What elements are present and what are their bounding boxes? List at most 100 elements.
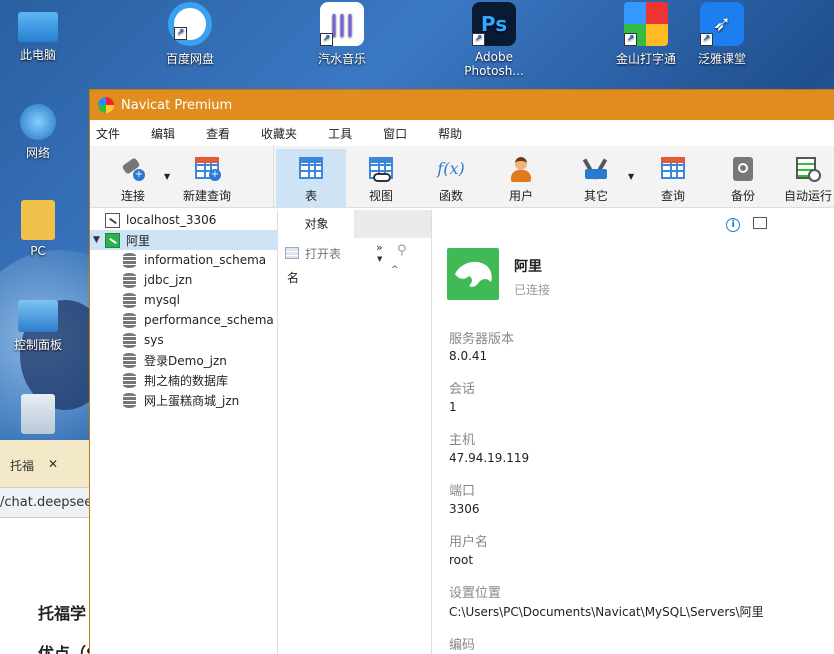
expand-toolbar-icon[interactable]: » (376, 241, 383, 254)
window-title: Navicat Premium (121, 97, 233, 113)
field-value-settings-location: C:\Users\PC\Documents\Navicat\MySQL\Serv… (449, 605, 764, 619)
column-name-header: 名 (287, 271, 300, 285)
connection-name: localhost_3306 (126, 213, 217, 227)
main-toolbar: + 连接 ▼ + 新建查询 表 视图 f(x) 函数 用户 其它 ▼ 查询 备份… (90, 146, 834, 208)
field-value-host: 47.94.19.119 (449, 451, 530, 465)
connection-info-pane: i 阿里 已连接 服务器版本 8.0.41 会话 1 主机 47.94.19.1… (433, 210, 834, 654)
mysql-dolphin-icon (447, 248, 499, 300)
open-table-button[interactable]: 打开表 (285, 245, 341, 262)
chevron-down-icon[interactable]: ▼ (93, 235, 105, 245)
function-label: 函数 (438, 189, 463, 203)
tree-database[interactable]: mysql (90, 290, 278, 310)
desktop-icon-this-pc[interactable]: 此电脑 (0, 6, 76, 63)
desktop-icon-recycle-bin[interactable] (0, 394, 76, 438)
fanya-logo-icon: ➶ ↗ (700, 2, 744, 46)
desktop-icon-label: 网络 (25, 146, 50, 160)
tree-connection-ali[interactable]: ▼ 阿里 (90, 230, 278, 250)
new-query-button[interactable]: + 新建查询 (174, 149, 240, 207)
desktop-icon-label: 此电脑 (19, 48, 56, 62)
background-browser-url[interactable]: /chat.deepseek (0, 488, 92, 518)
automation-icon (794, 155, 822, 183)
open-table-label: 打开表 (305, 246, 342, 261)
connect-dropdown-icon[interactable]: ▼ (164, 172, 170, 181)
navicat-window: Navicat Premium 文件 编辑 查看 收藏夹 工具 窗口 帮助 + … (89, 89, 834, 654)
database-name: jdbc_jzn (144, 273, 193, 287)
query-icon (659, 155, 687, 183)
tools-icon (582, 155, 610, 183)
field-label-server-version: 服务器版本 (449, 332, 515, 347)
connect-label: 连接 (120, 189, 145, 203)
ddl-icon[interactable] (753, 217, 767, 229)
pinwheel-icon: ↗ (624, 2, 668, 46)
automation-label: 自动运行 (783, 189, 832, 203)
database-name: 登录Demo_jzn (144, 353, 227, 368)
recycle-bin-icon (21, 394, 55, 434)
view-button[interactable]: 视图 (346, 149, 416, 207)
sort-up-icon[interactable]: ^ (391, 260, 399, 280)
desktop-icon-photoshop[interactable]: Ps ↗ Adobe Photosh... (456, 2, 532, 78)
tree-database[interactable]: 荆之楠的数据库 (90, 370, 278, 390)
close-icon[interactable]: ✕ (48, 457, 58, 471)
desktop-icon-control-panel[interactable]: 控制面板 (0, 300, 76, 353)
tree-database[interactable]: jdbc_jzn (90, 270, 278, 290)
tree-connection-localhost[interactable]: localhost_3306 (90, 210, 278, 230)
connection-name: 阿里 (126, 233, 151, 248)
background-page-heading: 托福学 (38, 604, 87, 623)
backup-button[interactable]: 备份 (708, 149, 778, 207)
user-button[interactable]: 用户 (486, 149, 556, 207)
connection-active-icon (105, 232, 120, 248)
database-name: performance_schema (144, 313, 274, 327)
other-button[interactable]: 其它 (556, 149, 636, 207)
desktop-icon-jinshan-typing[interactable]: ↗ 金山打字通 (608, 2, 684, 67)
objects-column-header[interactable]: 名 ^ (279, 265, 431, 288)
function-button[interactable]: f(x) 函数 (416, 149, 486, 207)
info-icon[interactable]: i (726, 218, 741, 232)
table-button[interactable]: 表 (276, 149, 346, 207)
desktop-icon-pc-folder[interactable]: PC (0, 200, 76, 258)
tree-database[interactable]: 登录Demo_jzn (90, 350, 278, 370)
connect-button[interactable]: + 连接 (98, 149, 168, 207)
database-name: information_schema (144, 253, 267, 267)
window-titlebar[interactable]: Navicat Premium (90, 90, 834, 120)
search-icon[interactable]: ⚲ (397, 243, 407, 258)
menu-favorites[interactable]: 收藏夹 (255, 125, 309, 142)
tree-database[interactable]: 网上蛋糕商城_jzn (90, 390, 278, 410)
menu-view[interactable]: 查看 (200, 125, 242, 142)
desktop-icon-label: 控制面板 (13, 338, 62, 352)
database-icon (123, 252, 136, 268)
field-label-port: 端口 (449, 484, 476, 499)
objects-tab-bar: 对象 (279, 210, 431, 238)
info-pane-icons: i (726, 216, 767, 232)
connection-status: 已连接 (514, 283, 551, 297)
toolbar-divider (273, 146, 274, 208)
field-label-settings-location: 设置位置 (449, 586, 502, 601)
menu-window[interactable]: 窗口 (377, 125, 419, 142)
database-icon (123, 312, 136, 328)
desktop-icon-qishui-music[interactable]: ||| ↗ 汽水音乐 (304, 2, 380, 67)
desktop-icon-label: 百度网盘 (165, 52, 214, 66)
desktop-icon-network[interactable]: 网络 (0, 104, 76, 161)
control-panel-icon (18, 300, 58, 332)
field-label-sessions: 会话 (449, 382, 476, 397)
background-browser-tab[interactable]: 托福 ✕ (0, 440, 92, 488)
tree-database[interactable]: information_schema (90, 250, 278, 270)
query-button[interactable]: 查询 (638, 149, 708, 207)
menu-file[interactable]: 文件 (90, 125, 132, 142)
menu-tools[interactable]: 工具 (322, 125, 364, 142)
music-wave-icon: ||| ↗ (320, 2, 364, 46)
automation-button[interactable]: 自动运行 (778, 149, 834, 207)
navicat-logo-icon (98, 97, 114, 113)
shortcut-arrow-icon: ↗ (624, 33, 637, 46)
backup-label: 备份 (730, 189, 755, 203)
other-dropdown-icon[interactable]: ▼ (628, 172, 634, 181)
menu-help[interactable]: 帮助 (432, 125, 474, 142)
desktop-icon-fanya-class[interactable]: ➶ ↗ 泛雅课堂 (684, 2, 760, 67)
menu-edit[interactable]: 编辑 (145, 125, 187, 142)
tree-database[interactable]: performance_schema (90, 310, 278, 330)
view-label: 视图 (368, 189, 393, 203)
tree-database[interactable]: sys (90, 330, 278, 350)
tab-objects[interactable]: 对象 (279, 210, 354, 238)
objects-pane: 对象 打开表 » ▼ ⚲ 名 ^ (279, 210, 432, 654)
chevron-down-icon[interactable]: ▼ (377, 255, 382, 263)
desktop-icon-baidu-netdisk[interactable]: ↗ 百度网盘 (152, 2, 228, 67)
